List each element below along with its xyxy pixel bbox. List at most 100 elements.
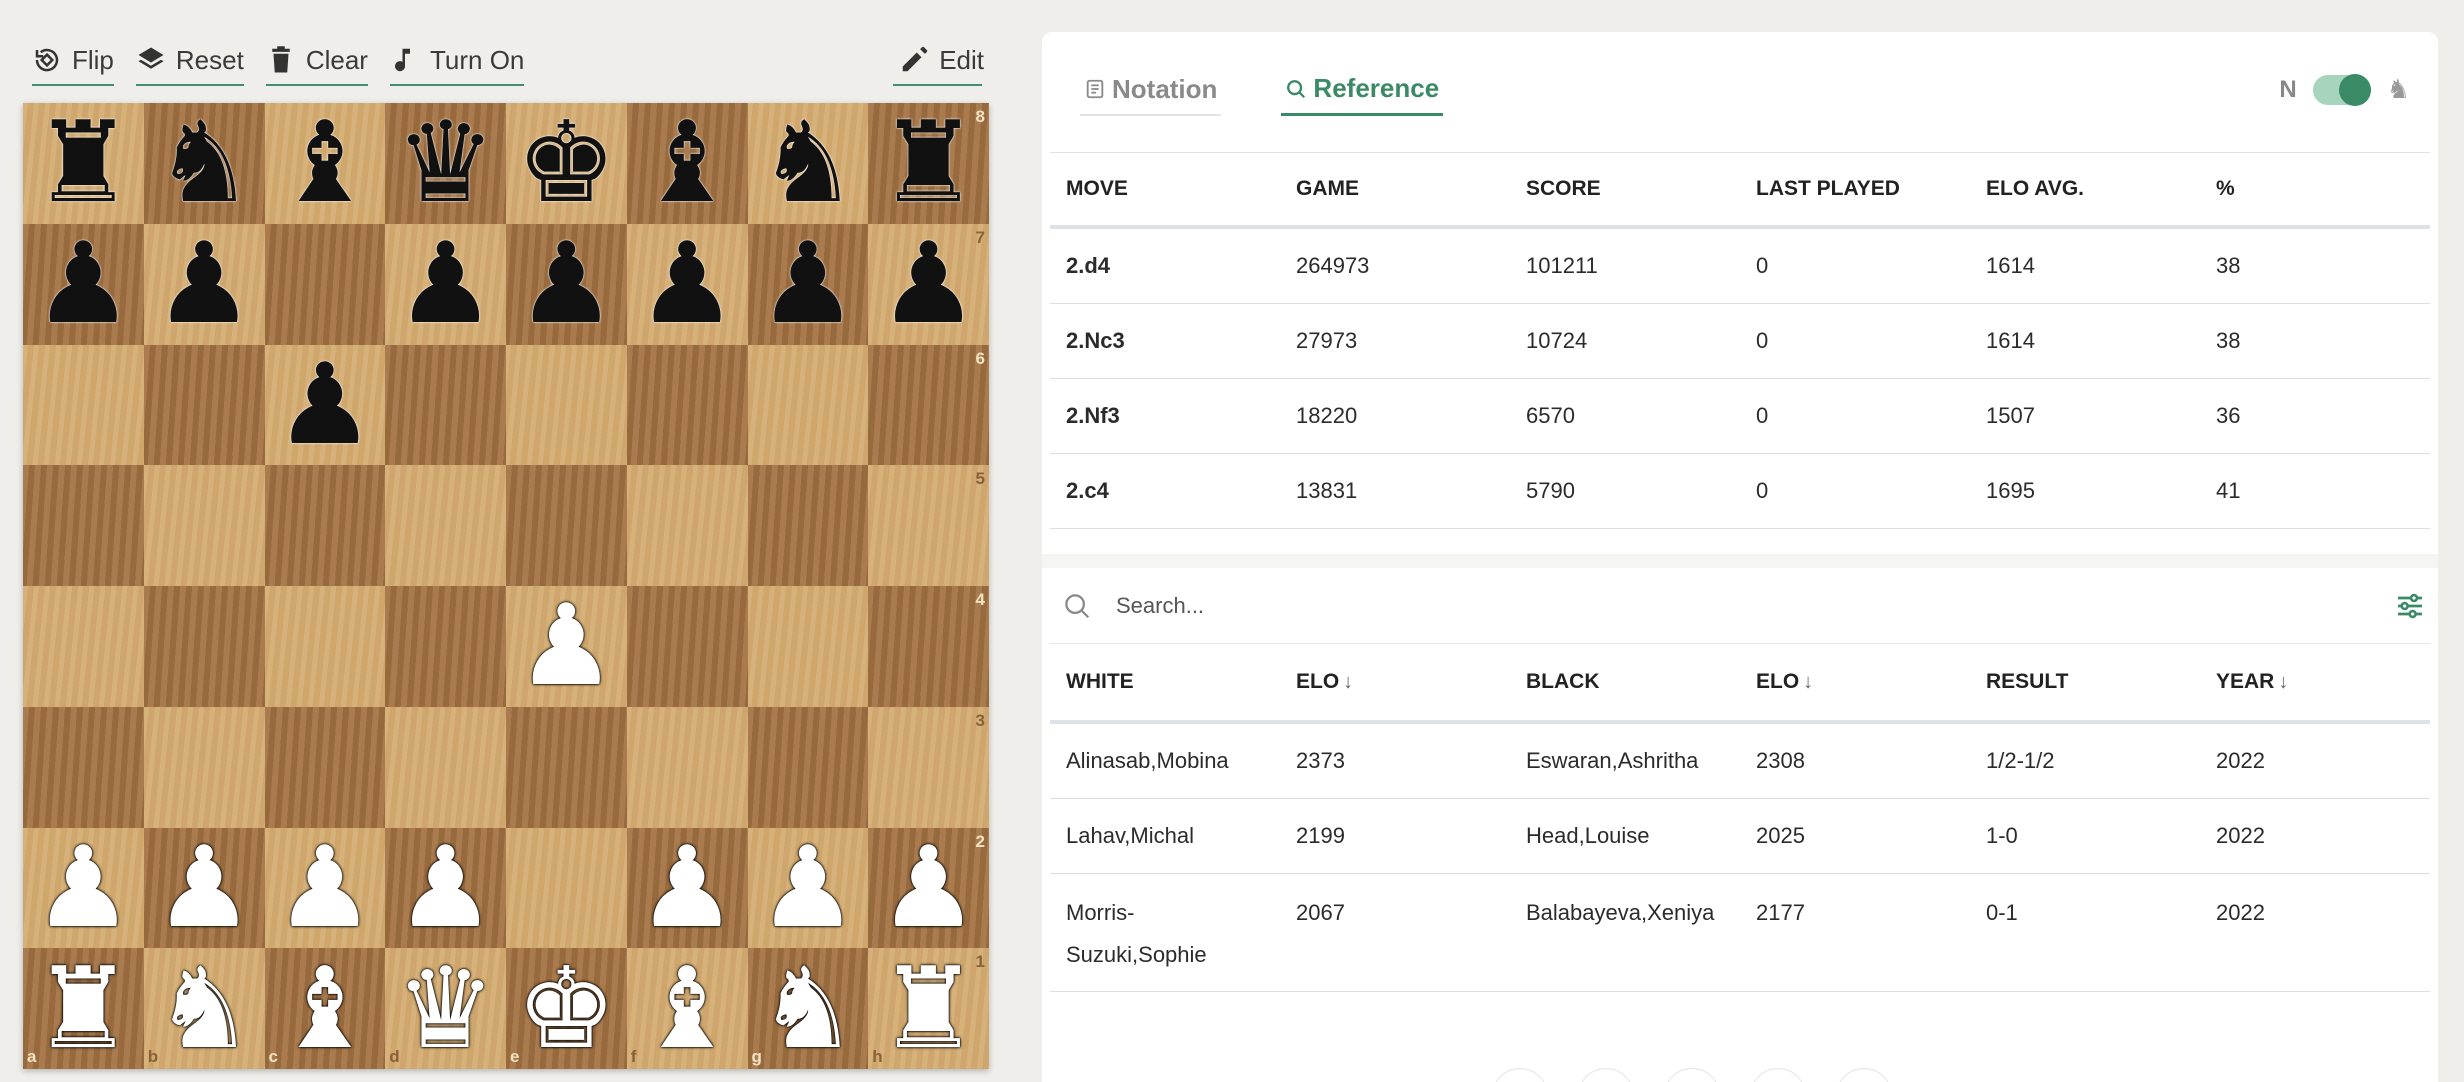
black-bishop-icon[interactable]: ♝	[275, 107, 375, 219]
square-e3[interactable]	[506, 706, 627, 828]
square-b1[interactable]: ♞ b	[143, 948, 265, 1069]
black-rook-icon[interactable]: ♜	[878, 107, 978, 219]
white-bishop-icon[interactable]: ♝	[275, 953, 375, 1065]
square-h6[interactable]: 6	[868, 344, 989, 466]
black-rook-icon[interactable]: ♜	[33, 107, 133, 219]
square-f7[interactable]: ♟	[626, 223, 748, 345]
square-a4[interactable]	[23, 586, 144, 707]
square-b4[interactable]	[143, 586, 265, 707]
square-a5[interactable]	[23, 465, 144, 586]
column-header[interactable]: %	[2200, 177, 2430, 201]
square-f2[interactable]: ♟	[626, 827, 748, 949]
square-a3[interactable]	[23, 706, 144, 828]
table-row[interactable]: Morris-Suzuki,Sophie 2067 Balabayeva,Xen…	[1050, 874, 2430, 992]
column-header-black-elo[interactable]: ELO ↓	[1740, 670, 1970, 694]
white-knight-icon[interactable]: ♞	[758, 953, 858, 1065]
square-e6[interactable]	[506, 344, 627, 466]
square-a8[interactable]: ♜	[23, 103, 144, 224]
square-g1[interactable]: ♞ g	[747, 948, 869, 1069]
figurine-toggle[interactable]	[2312, 73, 2371, 106]
square-d8[interactable]: ♛	[385, 103, 506, 224]
white-pawn-icon[interactable]: ♟	[758, 832, 858, 944]
square-g6[interactable]	[747, 344, 869, 466]
square-d4[interactable]	[385, 586, 506, 707]
black-knight-icon[interactable]: ♞	[154, 107, 254, 219]
tab-reference[interactable]: Reference	[1281, 64, 1444, 116]
white-knight-icon[interactable]: ♞	[154, 953, 254, 1065]
white-king-icon[interactable]: ♚	[516, 953, 616, 1065]
square-g5[interactable]	[747, 465, 869, 586]
white-pawn-icon[interactable]: ♟	[878, 832, 978, 944]
pagination-button[interactable]	[1664, 1068, 1720, 1082]
square-b3[interactable]	[143, 706, 265, 828]
table-row[interactable]: Lahav,Michal 2199 Head,Louise 2025 1-0 2…	[1050, 799, 2430, 874]
square-f8[interactable]: ♝	[626, 103, 748, 224]
square-d5[interactable]	[385, 465, 506, 586]
black-pawn-icon[interactable]: ♟	[758, 228, 858, 340]
black-pawn-icon[interactable]: ♟	[637, 228, 737, 340]
column-header-white-elo[interactable]: ELO ↓	[1280, 670, 1510, 694]
square-h2[interactable]: ♟ 2	[868, 827, 989, 949]
square-d6[interactable]	[385, 344, 506, 466]
square-c4[interactable]	[264, 586, 386, 707]
filter-sliders-icon[interactable]	[2394, 590, 2426, 622]
square-a2[interactable]: ♟	[23, 827, 144, 949]
column-header-white[interactable]: WHITE	[1050, 670, 1280, 694]
white-pawn-icon[interactable]: ♟	[637, 832, 737, 944]
black-queen-icon[interactable]: ♛	[395, 107, 495, 219]
black-pawn-icon[interactable]: ♟	[878, 228, 978, 340]
pagination-button[interactable]	[1750, 1068, 1806, 1082]
square-b8[interactable]: ♞	[143, 103, 265, 224]
black-king-icon[interactable]: ♚	[516, 107, 616, 219]
column-header[interactable]: LAST PLAYED	[1740, 177, 1970, 201]
white-pawn-icon[interactable]: ♟	[33, 832, 133, 944]
square-h4[interactable]: 4	[868, 586, 989, 707]
square-d3[interactable]	[385, 706, 506, 828]
square-f5[interactable]	[626, 465, 748, 586]
white-pawn-icon[interactable]: ♟	[275, 832, 375, 944]
square-h1[interactable]: ♜ 1 h	[868, 948, 989, 1069]
white-rook-icon[interactable]: ♜	[878, 953, 978, 1065]
square-c3[interactable]	[264, 706, 386, 828]
square-a7[interactable]: ♟	[23, 223, 144, 345]
square-a6[interactable]	[23, 344, 144, 466]
square-d2[interactable]: ♟	[385, 827, 506, 949]
column-header[interactable]: MOVE	[1050, 177, 1280, 201]
square-c2[interactable]: ♟	[264, 827, 386, 949]
pagination-button[interactable]	[1836, 1068, 1892, 1082]
pagination-button[interactable]	[1578, 1068, 1634, 1082]
square-a1[interactable]: ♜ a	[23, 948, 144, 1069]
square-e2[interactable]	[506, 827, 627, 949]
square-g2[interactable]: ♟	[747, 827, 869, 949]
white-rook-icon[interactable]: ♜	[33, 953, 133, 1065]
square-b7[interactable]: ♟	[143, 223, 265, 345]
square-h8[interactable]: ♜ 8	[868, 103, 989, 224]
pagination-button[interactable]	[1492, 1068, 1548, 1082]
square-b6[interactable]	[143, 344, 265, 466]
square-f1[interactable]: ♝ f	[626, 948, 748, 1069]
table-row[interactable]: 2.Nc3 27973 10724 0 1614 38	[1050, 304, 2430, 379]
column-header-black[interactable]: BLACK	[1510, 670, 1740, 694]
square-e5[interactable]	[506, 465, 627, 586]
white-pawn-icon[interactable]: ♟	[395, 832, 495, 944]
square-f4[interactable]	[626, 586, 748, 707]
edit-button[interactable]: Edit	[891, 39, 984, 86]
square-c1[interactable]: ♝ c	[264, 948, 386, 1069]
square-d7[interactable]: ♟	[385, 223, 506, 345]
square-c8[interactable]: ♝	[264, 103, 386, 224]
table-row[interactable]: Alinasab,Mobina 2373 Eswaran,Ashritha 23…	[1050, 724, 2430, 799]
black-bishop-icon[interactable]: ♝	[637, 107, 737, 219]
square-h5[interactable]: 5	[868, 465, 989, 586]
table-row[interactable]: 2.c4 13831 5790 0 1695 41	[1050, 454, 2430, 529]
chess-board[interactable]: ♜ ♞ ♝ ♛ ♚ ♝ ♞ ♜ 8 ♟ ♟ ♟ ♟ ♟ ♟ ♟ 7 ♟ 6 5 ♟ 4 3 ♟ ♟ ♟ ♟ ♟ ♟ ♟ 2 ♜ a ♞ b ♝ c ♛ d ♚…	[23, 103, 989, 1069]
square-c5[interactable]	[264, 465, 386, 586]
square-g7[interactable]: ♟	[747, 223, 869, 345]
square-g4[interactable]	[747, 586, 869, 707]
white-pawn-icon[interactable]: ♟	[516, 590, 616, 702]
black-pawn-icon[interactable]: ♟	[395, 228, 495, 340]
square-f6[interactable]	[626, 344, 748, 466]
table-row[interactable]: 2.d4 264973 101211 0 1614 38	[1050, 229, 2430, 304]
square-h3[interactable]: 3	[868, 706, 989, 828]
column-header[interactable]: SCORE	[1510, 177, 1740, 201]
black-pawn-icon[interactable]: ♟	[154, 228, 254, 340]
